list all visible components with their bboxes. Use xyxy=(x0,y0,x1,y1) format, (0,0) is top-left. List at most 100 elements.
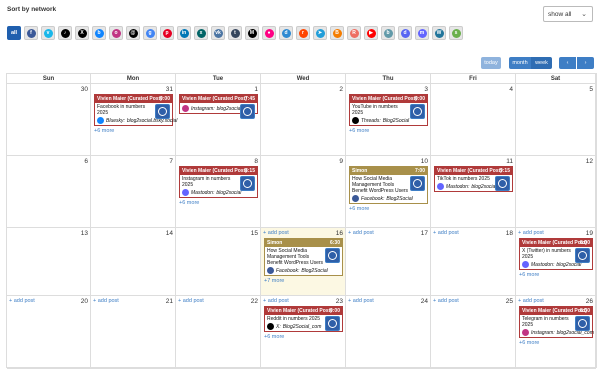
network-filter-all[interactable]: all xyxy=(7,26,21,40)
network-filter-pinterest[interactable]: p xyxy=(160,26,174,40)
add-post-link[interactable]: + add post xyxy=(178,298,204,304)
calendar-day-cell[interactable]: 7 xyxy=(91,156,176,228)
calendar-day-cell[interactable]: 20 + add post xyxy=(7,296,91,369)
prev-month-button[interactable]: ‹ xyxy=(559,57,576,69)
calendar-day-cell[interactable]: 16 + add post Simon 6:30 How Social Media Ma… xyxy=(261,228,346,296)
add-post-link[interactable]: + add post xyxy=(348,230,374,236)
calendar-day-cell[interactable]: 31 Vivien Maier (Curated Post) 0:00 Faceboo… xyxy=(91,84,177,156)
calendar-day-cell[interactable]: 12 xyxy=(516,156,596,228)
network-filter-tiktok[interactable]: ♪ xyxy=(58,26,72,40)
calendar-day-cell[interactable]: 11 Vivien Maier (Curated Post) 9:15 TikTok … xyxy=(431,156,516,228)
threads-icon: @ xyxy=(128,28,138,38)
more-posts-link[interactable]: +6 more xyxy=(349,128,369,134)
network-filter-medium[interactable]: M xyxy=(245,26,259,40)
more-posts-link[interactable]: +6 more xyxy=(519,340,539,346)
calendar-day-cell[interactable]: 15 xyxy=(176,228,261,296)
network-filter-vimeo[interactable]: v xyxy=(41,26,55,40)
add-post-link[interactable]: + add post xyxy=(433,298,459,304)
network-filter-blogger[interactable]: B xyxy=(330,26,344,40)
post-author-name: Vivien Maier (Curated Post) xyxy=(97,96,162,102)
calendar-day-cell[interactable]: 5 xyxy=(516,84,596,156)
calendar-day-cell[interactable]: 8 Vivien Maier (Curated Post) 8:15 Instagra… xyxy=(176,156,261,228)
week-view-button[interactable]: week xyxy=(531,57,552,69)
add-post-link[interactable]: + add post xyxy=(9,298,35,304)
add-post-link[interactable]: + add post xyxy=(263,298,289,304)
calendar-day-cell[interactable]: 22 + add post xyxy=(176,296,261,369)
calendar-day-cell[interactable]: 26 + add post Vivien Maier (Curated Post) 8… xyxy=(516,296,596,369)
network-filter-facebook[interactable]: f xyxy=(24,26,38,40)
network-filter-diigo[interactable]: d xyxy=(279,26,293,40)
today-button[interactable]: today xyxy=(481,57,501,69)
post-author-name: Vivien Maier (Curated Post) xyxy=(437,168,502,174)
network-filter-tumblr[interactable]: t xyxy=(228,26,242,40)
month-view-button[interactable]: month xyxy=(509,57,531,69)
scheduled-post-card[interactable]: Simon 6:30 How Social Media Management Too… xyxy=(264,238,343,276)
calendar-day-cell[interactable]: 24 + add post xyxy=(346,296,431,369)
threads-icon xyxy=(352,117,359,124)
add-post-link[interactable]: + add post xyxy=(518,298,544,304)
scheduled-post-card[interactable]: Vivien Maier (Curated Post) 8:00 X (Twitte… xyxy=(519,238,593,270)
add-post-link[interactable]: + add post xyxy=(348,298,374,304)
calendar-day-cell[interactable]: 6 xyxy=(7,156,91,228)
diigo-icon: d xyxy=(281,28,291,38)
network-filter-reddit[interactable]: r xyxy=(296,26,310,40)
network-filter-bandcamp[interactable]: b xyxy=(381,26,395,40)
post-network: Facebook: Blog2Social xyxy=(267,267,328,274)
network-filter-ravelry[interactable]: R xyxy=(347,26,361,40)
scheduled-post-card[interactable]: Vivien Maier (Curated Post) 8:30 Telegram … xyxy=(519,306,594,338)
network-filter-flickr[interactable]: ● xyxy=(262,26,276,40)
network-filter-discord[interactable]: d xyxy=(398,26,412,40)
calendar-day-cell[interactable]: 19 + add post Vivien Maier (Curated Post) 8… xyxy=(516,228,596,296)
network-filter-mastodon[interactable]: m xyxy=(415,26,429,40)
calendar-day-cell[interactable]: 25 + add post xyxy=(431,296,516,369)
calendar-day-cell[interactable]: 17 + add post xyxy=(346,228,431,296)
network-filter-x-twitter[interactable]: X xyxy=(75,26,89,40)
add-post-link[interactable]: + add post xyxy=(518,230,544,236)
more-posts-link[interactable]: +6 more xyxy=(349,206,369,212)
network-filter-xing[interactable]: x xyxy=(194,26,208,40)
scheduled-post-card[interactable]: Simon 7:00 How Social Media Management Too… xyxy=(349,166,428,204)
network-filter-wordpress[interactable]: W xyxy=(432,26,446,40)
network-filter-bluesky[interactable]: b xyxy=(92,26,106,40)
scheduled-post-card[interactable]: Vivien Maier (Curated Post) 8:15 Instagram… xyxy=(179,166,258,198)
network-filter-linkedin[interactable]: in xyxy=(177,26,191,40)
next-month-button[interactable]: › xyxy=(577,57,594,69)
calendar-day-cell[interactable]: 3 Vivien Maier (Curated Post) 0:00 YouTube … xyxy=(346,84,431,156)
more-posts-link[interactable]: +6 more xyxy=(519,272,539,278)
calendar-day-cell[interactable]: 23 + add post Vivien Maier (Curated Post) 0… xyxy=(261,296,346,369)
calendar-day-cell[interactable]: 13 xyxy=(7,228,91,296)
calendar-day-cell[interactable]: 9 xyxy=(261,156,346,228)
show-filter-select[interactable]: show all ⌄ xyxy=(543,6,593,22)
more-posts-link[interactable]: +6 more xyxy=(94,128,114,134)
network-filter-threads[interactable]: @ xyxy=(126,26,140,40)
bluesky-icon xyxy=(97,117,104,124)
add-post-link[interactable]: + add post xyxy=(263,230,289,236)
calendar-day-cell[interactable]: 10 Simon 7:00 How Social Media Management T… xyxy=(346,156,431,228)
calendar-day-cell[interactable]: 14 xyxy=(91,228,176,296)
network-filter-telegram[interactable]: ➤ xyxy=(313,26,327,40)
calendar-day-cell[interactable]: 1 Vivien Maier (Curated Post) 7:45 Instagra… xyxy=(176,84,261,156)
network-filter-youtube[interactable]: ▶ xyxy=(364,26,378,40)
scheduled-post-card[interactable]: Vivien Maier (Curated Post) 9:15 TikTok in… xyxy=(434,166,513,192)
calendar-day-cell[interactable]: 21 + add post xyxy=(91,296,176,369)
add-post-link[interactable]: + add post xyxy=(93,298,119,304)
scheduled-post-card[interactable]: Vivien Maier (Curated Post) 0:00 Reddit in… xyxy=(264,306,343,332)
scheduled-post-card[interactable]: Vivien Maier (Curated Post) 7:45 Instagram… xyxy=(179,94,258,119)
network-filter-google-business[interactable]: g xyxy=(143,26,157,40)
day-number: 7 xyxy=(169,158,173,165)
scheduled-post-card[interactable]: Vivien Maier (Curated Post) 0:00 YouTube i… xyxy=(349,94,428,126)
add-post-link[interactable]: + add post xyxy=(433,230,459,236)
more-posts-link[interactable]: +6 more xyxy=(264,334,284,340)
network-filter-instagram[interactable]: o xyxy=(109,26,123,40)
calendar-day-cell[interactable]: 4 xyxy=(431,84,516,156)
network-filter-vk[interactable]: vk xyxy=(211,26,225,40)
calendar-day-cell[interactable]: 18 + add post xyxy=(431,228,516,296)
calendar-day-cell[interactable]: 2 xyxy=(261,84,346,156)
more-posts-link[interactable]: +7 more xyxy=(264,278,284,284)
scheduled-post-card[interactable]: Vivien Maier (Curated Post) 0:00 Facebook … xyxy=(94,94,177,126)
power-icon xyxy=(578,319,587,328)
calendar-day-cell[interactable]: 30 xyxy=(7,84,91,156)
post-author: Vivien Maier (Curated Post) 7:45 xyxy=(180,95,257,103)
more-posts-link[interactable]: +6 more xyxy=(179,200,199,206)
network-filter-snapchat[interactable]: s xyxy=(449,26,463,40)
